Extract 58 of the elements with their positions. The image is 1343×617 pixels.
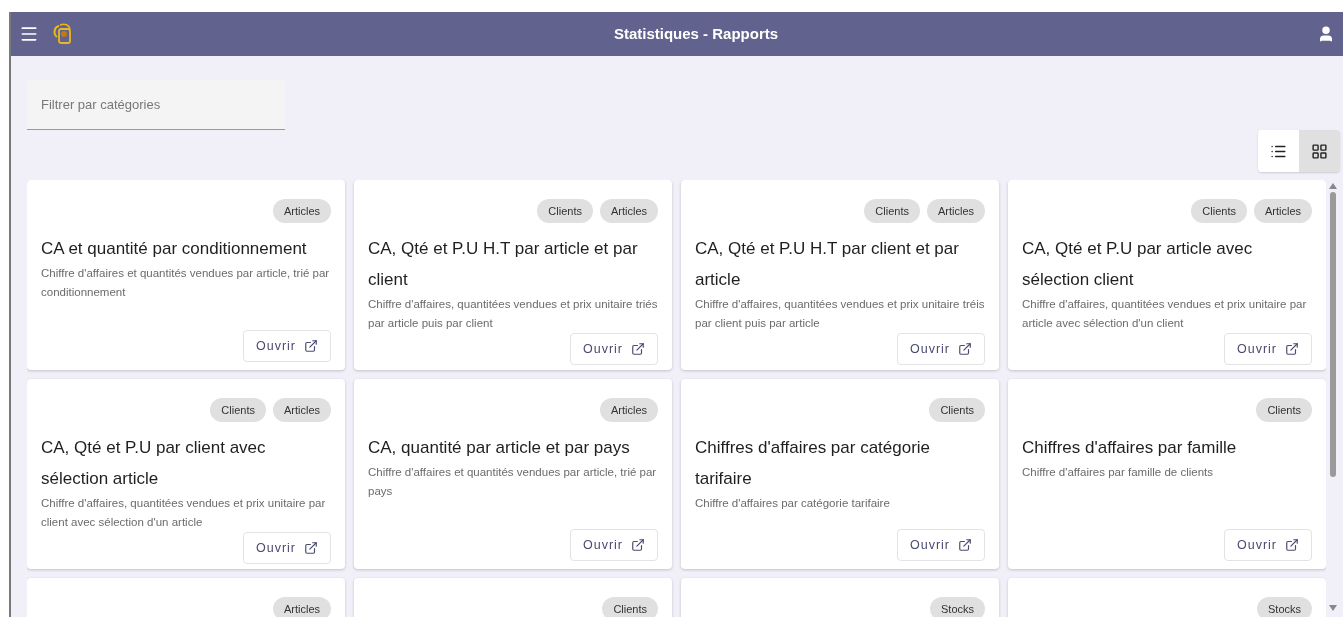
scroll-down-arrow-icon[interactable] xyxy=(1329,605,1337,611)
card-description: Chiffre d'affaires et quantités vendues par article, trié par pays xyxy=(368,465,658,499)
open-button[interactable]: Ouvrir xyxy=(242,330,331,362)
card-description: Chiffre d'affaires, quantitées vendues et prix unitaire par article avec sélection d'un client xyxy=(1022,297,1308,331)
card-description: Chiffre d'affaires et quantités vendues par article, trié par conditionnement xyxy=(41,266,331,300)
card-title: CA et quantité par conditionnement xyxy=(41,238,308,260)
category-chip: Clients xyxy=(1256,398,1312,422)
card-title: Chiffres d'affaires par catégorie tarifaire xyxy=(695,437,932,490)
external-link-icon xyxy=(304,541,318,555)
card-description: Chiffre d'affaires, quantitées vendues et prix unitaire tréis par client puis par article xyxy=(695,297,985,331)
category-chip: Clients xyxy=(210,398,266,422)
open-button[interactable]: Ouvrir xyxy=(896,529,985,561)
open-button[interactable]: Ouvrir xyxy=(569,529,658,561)
card-description: Chiffre d'affaires par famille de clients xyxy=(1022,465,1214,480)
category-chip: Clients xyxy=(537,199,593,223)
category-chip: Articles xyxy=(926,199,985,223)
external-link-icon xyxy=(1285,342,1299,356)
filter-field[interactable]: Filtrer par catégories xyxy=(27,80,285,130)
list-view-button[interactable] xyxy=(1258,130,1299,172)
category-chip: Clients xyxy=(864,199,920,223)
open-button[interactable]: Ouvrir xyxy=(1223,333,1312,365)
card-title: CA, Qté et P.U par client avec sélection article xyxy=(41,437,267,490)
card-description: Chiffre d'affaires par catégorie tarifaire xyxy=(695,496,891,511)
card-description: Chiffre d'affaires, quantitées vendues et prix unitaire par client avec sélection d'un article xyxy=(41,496,327,530)
scrollbar-thumb[interactable] xyxy=(1330,192,1336,477)
category-chip: Articles xyxy=(599,398,658,422)
category-chip: Clients xyxy=(602,597,658,617)
category-chip: Articles xyxy=(272,199,331,223)
card-title: Chiffres d'affaires par famille xyxy=(1022,437,1238,459)
user-icon[interactable] xyxy=(1317,25,1335,43)
category-chip: Articles xyxy=(1253,199,1312,223)
category-chip: Stocks xyxy=(930,597,985,617)
card-description: Chiffre d'affaires, quantitées vendues et prix unitaire triés par article puis par client xyxy=(368,297,658,331)
external-link-icon xyxy=(631,342,645,356)
menu-icon[interactable] xyxy=(19,24,39,44)
external-link-icon xyxy=(304,339,318,353)
card-title: CA, quantité par article et par pays xyxy=(368,437,631,459)
open-button[interactable]: Ouvrir xyxy=(1223,529,1312,561)
category-chip: Articles xyxy=(599,199,658,223)
external-link-icon xyxy=(958,342,972,356)
card-title: CA, Qté et P.U H.T par article et par client xyxy=(368,238,639,291)
card-title: CA, Qté et P.U par article avec sélection client xyxy=(1022,238,1254,291)
open-button[interactable]: Ouvrir xyxy=(242,532,331,564)
category-chip: Stocks xyxy=(1257,597,1312,617)
external-link-icon xyxy=(1285,538,1299,552)
category-chip: Articles xyxy=(272,398,331,422)
open-button[interactable]: Ouvrir xyxy=(896,333,985,365)
grid-view-button[interactable] xyxy=(1299,130,1340,172)
card-title: CA, Qté et P.U H.T par client et par article xyxy=(695,238,960,291)
category-chip: Clients xyxy=(929,398,985,422)
external-link-icon xyxy=(631,538,645,552)
page-title: Statistiques - Rapports xyxy=(613,23,779,44)
scroll-up-arrow-icon[interactable] xyxy=(1329,183,1337,189)
open-button[interactable]: Ouvrir xyxy=(569,333,658,365)
external-link-icon xyxy=(958,538,972,552)
category-chip: Clients xyxy=(1191,199,1247,223)
category-chip: Articles xyxy=(272,597,331,617)
grid-icon xyxy=(1311,142,1328,160)
